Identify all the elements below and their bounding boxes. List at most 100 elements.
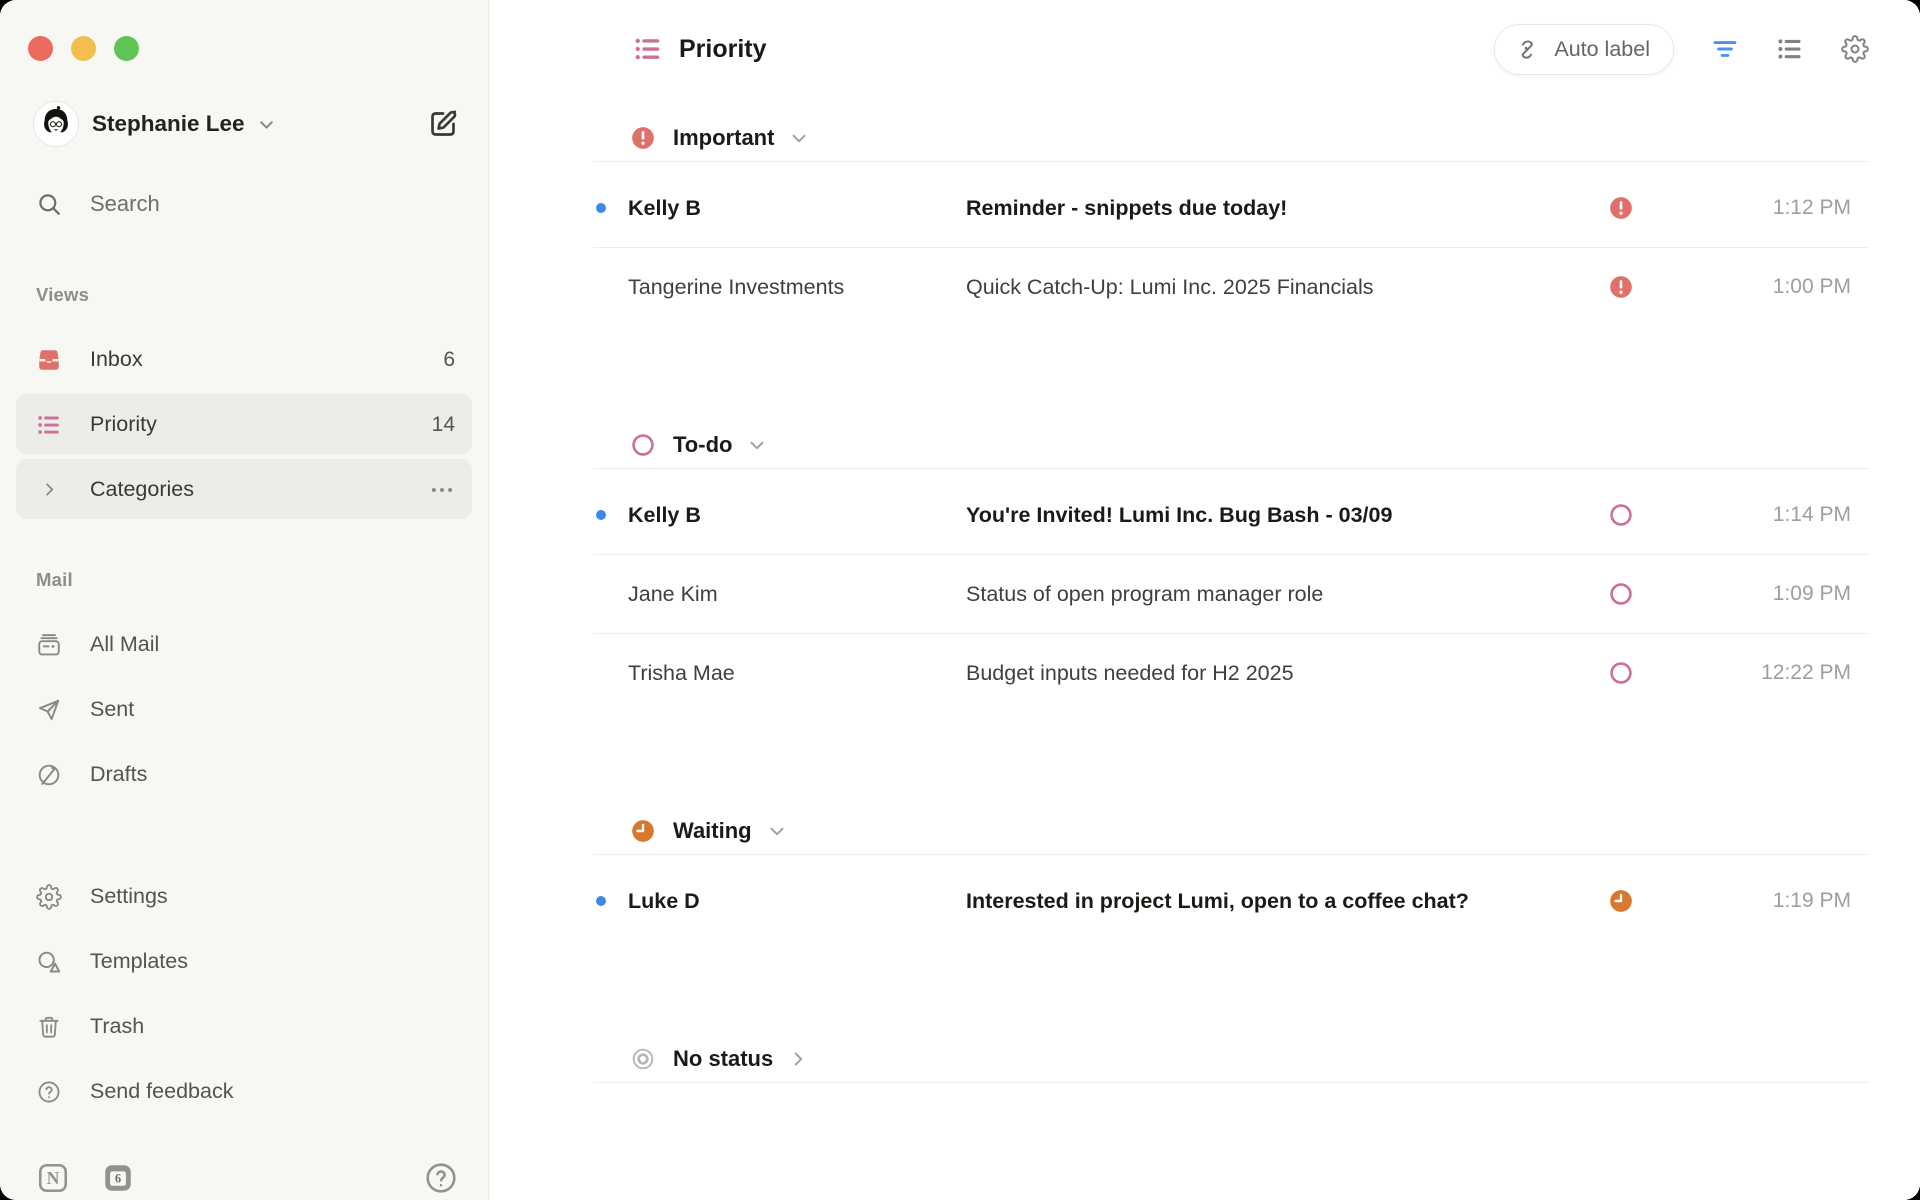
- sidebar-item-sent[interactable]: Sent: [0, 677, 488, 742]
- group-todo: To-do Kelly B You're Invited! Lumi Inc. …: [593, 421, 1869, 712]
- group-label: To-do: [673, 432, 732, 458]
- email-subject: Interested in project Lumi, open to a co…: [966, 889, 1608, 914]
- window-controls: [28, 36, 139, 61]
- group-no-status: No status: [593, 1035, 1869, 1083]
- email-subject: You're Invited! Lumi Inc. Bug Bash - 03/…: [966, 503, 1608, 528]
- account-switcher[interactable]: Stephanie Lee: [34, 100, 460, 148]
- mail-list: All Mail Sent Drafts: [0, 612, 488, 807]
- sidebar-item-label: Send feedback: [90, 1079, 233, 1104]
- chevron-down-icon[interactable]: [766, 820, 788, 842]
- email-rows: Kelly B Reminder - snippets due today! 1…: [593, 162, 1869, 326]
- no-status-icon: [630, 1046, 656, 1072]
- status-badge-important[interactable]: [1608, 274, 1634, 300]
- chevron-down-icon[interactable]: [746, 434, 768, 456]
- email-subject: Reminder - snippets due today!: [966, 196, 1608, 221]
- auto-label-label: Auto label: [1554, 37, 1650, 62]
- search-input[interactable]: Search: [36, 182, 460, 226]
- status-badge-todo[interactable]: [1608, 660, 1634, 686]
- help-icon[interactable]: [424, 1161, 458, 1195]
- sidebar-item-label: Templates: [90, 949, 188, 974]
- email-subject: Quick Catch-Up: Lumi Inc. 2025 Financial…: [966, 275, 1608, 300]
- sidebar-item-inbox[interactable]: Inbox 6: [0, 327, 488, 392]
- unread-dot: [596, 896, 606, 906]
- priority-count: 14: [432, 413, 455, 437]
- avatar: [34, 102, 78, 146]
- sidebar-item-all-mail[interactable]: All Mail: [0, 612, 488, 677]
- sidebar-item-priority[interactable]: Priority 14: [0, 392, 488, 457]
- group-header-todo[interactable]: To-do: [593, 421, 1869, 469]
- search-placeholder: Search: [90, 191, 160, 217]
- inbox-icon: [36, 347, 62, 373]
- email-time: 12:22 PM: [1634, 661, 1869, 685]
- sidebar-item-trash[interactable]: Trash: [0, 994, 488, 1059]
- email-sender: Kelly B: [628, 196, 966, 221]
- auto-label-button[interactable]: Auto label: [1494, 24, 1674, 75]
- email-row[interactable]: Luke D Interested in project Lumi, open …: [593, 862, 1869, 940]
- email-sender: Tangerine Investments: [628, 275, 966, 300]
- sidebar-item-drafts[interactable]: Drafts: [0, 742, 488, 807]
- unread-dot: [596, 510, 606, 520]
- sidebar-bottom-bar: N 6: [36, 1161, 458, 1195]
- email-row[interactable]: Kelly B You're Invited! Lumi Inc. Bug Ba…: [593, 476, 1869, 554]
- auto-label-icon: [1518, 37, 1543, 62]
- email-row[interactable]: Trisha Mae Budget inputs needed for H2 2…: [593, 633, 1869, 712]
- gear-icon[interactable]: [1841, 35, 1869, 63]
- waiting-clock-icon: [630, 818, 656, 844]
- sidebar-item-label: All Mail: [90, 632, 159, 657]
- all-mail-icon: [36, 632, 62, 658]
- group-important: Important Kelly B Reminder - snippets du…: [593, 114, 1869, 326]
- sidebar-item-label: Categories: [90, 477, 194, 502]
- gear-icon: [36, 884, 62, 910]
- view-header: Priority Auto label: [593, 0, 1869, 98]
- sidebar-item-templates[interactable]: Templates: [0, 929, 488, 994]
- expand-button[interactable]: [114, 36, 139, 61]
- calendar-icon[interactable]: 6: [101, 1161, 135, 1195]
- priority-list-icon: [633, 34, 663, 64]
- email-time: 1:19 PM: [1634, 889, 1869, 913]
- app-window: Stephanie Lee Search Views: [0, 0, 1920, 1200]
- search-icon: [36, 191, 63, 218]
- chevron-down-icon[interactable]: [788, 127, 810, 149]
- email-sender: Jane Kim: [628, 582, 966, 607]
- status-badge-todo[interactable]: [1608, 502, 1634, 528]
- email-row[interactable]: Tangerine Investments Quick Catch-Up: Lu…: [593, 247, 1869, 326]
- sidebar-item-label: Drafts: [90, 762, 147, 787]
- chevron-down-icon: [256, 114, 277, 135]
- user-name: Stephanie Lee: [92, 111, 245, 137]
- trash-icon: [36, 1014, 62, 1040]
- email-subject: Budget inputs needed for H2 2025: [966, 661, 1608, 686]
- unread-dot: [596, 203, 606, 213]
- close-button[interactable]: [28, 36, 53, 61]
- email-row[interactable]: Kelly B Reminder - snippets due today! 1…: [593, 169, 1869, 247]
- view-title-group: Priority: [593, 34, 767, 64]
- chevron-right-icon[interactable]: [787, 1048, 809, 1070]
- sidebar-item-settings[interactable]: Settings: [0, 864, 488, 929]
- chevron-right-icon[interactable]: [36, 477, 62, 503]
- group-header-no-status[interactable]: No status: [593, 1035, 1869, 1083]
- list-view-icon[interactable]: [1776, 35, 1804, 63]
- email-time: 1:12 PM: [1634, 196, 1869, 220]
- inbox-count: 6: [443, 348, 455, 372]
- group-header-important[interactable]: Important: [593, 114, 1869, 162]
- status-badge-waiting[interactable]: [1608, 888, 1634, 914]
- notion-workspace-icon[interactable]: N: [36, 1161, 70, 1195]
- group-header-waiting[interactable]: Waiting: [593, 807, 1869, 855]
- email-rows: Luke D Interested in project Lumi, open …: [593, 855, 1869, 940]
- filter-icon[interactable]: [1711, 35, 1739, 63]
- more-options-icon[interactable]: [429, 477, 455, 503]
- email-sender: Trisha Mae: [628, 661, 966, 686]
- email-row[interactable]: Jane Kim Status of open program manager …: [593, 554, 1869, 633]
- sidebar-item-send-feedback[interactable]: Send feedback: [0, 1059, 488, 1124]
- group-label: Important: [673, 125, 774, 151]
- sidebar: Stephanie Lee Search Views: [0, 0, 489, 1200]
- email-rows: Kelly B You're Invited! Lumi Inc. Bug Ba…: [593, 469, 1869, 712]
- minimize-button[interactable]: [71, 36, 96, 61]
- email-sender: Luke D: [628, 889, 966, 914]
- sidebar-item-label: Settings: [90, 884, 168, 909]
- status-badge-important[interactable]: [1608, 195, 1634, 221]
- sidebar-item-label: Inbox: [90, 347, 143, 372]
- sidebar-item-categories[interactable]: Categories: [0, 457, 488, 522]
- status-badge-todo[interactable]: [1608, 581, 1634, 607]
- views-section-label: Views: [36, 284, 89, 306]
- compose-icon[interactable]: [426, 107, 460, 141]
